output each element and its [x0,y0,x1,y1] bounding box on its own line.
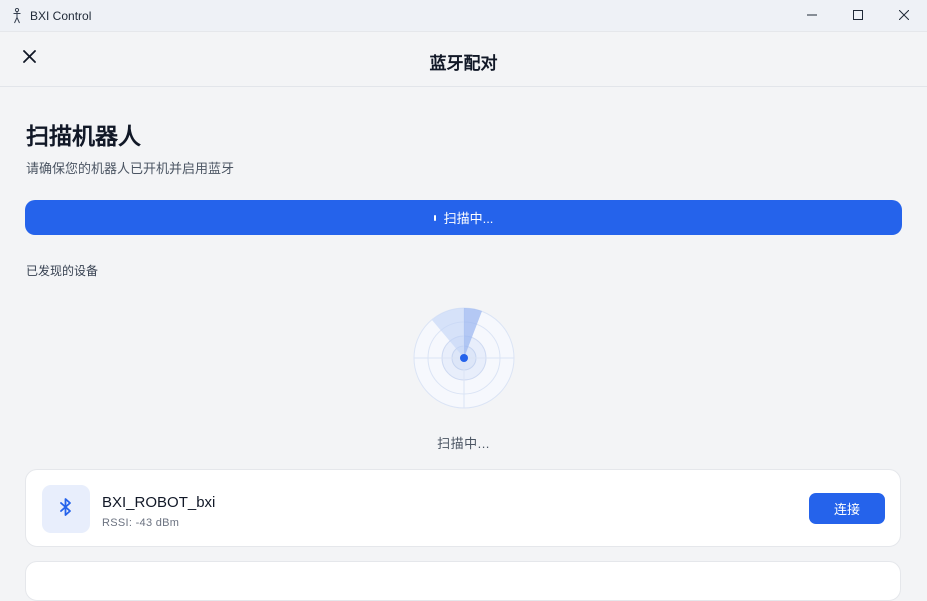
app-header: 蓝牙配对 [0,32,927,87]
maximize-button[interactable] [835,0,881,31]
page-title: 扫描机器人 [26,123,141,149]
scan-button-label: 扫描中... [443,211,494,226]
device-rssi: RSSI: -43 dBm [102,517,180,529]
radar-scan-icon [412,306,516,410]
device-card-partial [25,561,901,601]
scan-button[interactable]: 扫描中... [25,200,902,235]
device-name: BXI_ROBOT_bxi [102,494,216,511]
page-subtitle: 请确保您的机器人已开机并启用蓝牙 [26,161,235,176]
device-icon-box [42,485,90,533]
close-icon [898,7,910,25]
header-title: 蓝牙配对 [429,54,498,73]
robot-figure-icon [11,7,23,24]
window-titlebar: BXI Control [0,0,927,32]
bluetooth-icon [59,497,73,521]
minimize-icon [807,7,817,25]
connect-button[interactable]: 连接 [809,493,885,524]
maximize-icon [853,7,863,25]
window-controls [789,0,927,31]
main-content: 扫描机器人 请确保您的机器人已开机并启用蓝牙 扫描中... 已发现的设备 扫描中… [0,87,927,601]
minimize-button[interactable] [789,0,835,31]
discovered-devices-label: 已发现的设备 [26,264,99,278]
window-close-button[interactable] [881,0,927,31]
window-title: BXI Control [30,8,92,23]
device-card: BXI_ROBOT_bxi RSSI: -43 dBm 连接 [25,469,901,547]
spinner-icon [433,214,436,221]
scan-status-text: 扫描中... [437,436,490,451]
